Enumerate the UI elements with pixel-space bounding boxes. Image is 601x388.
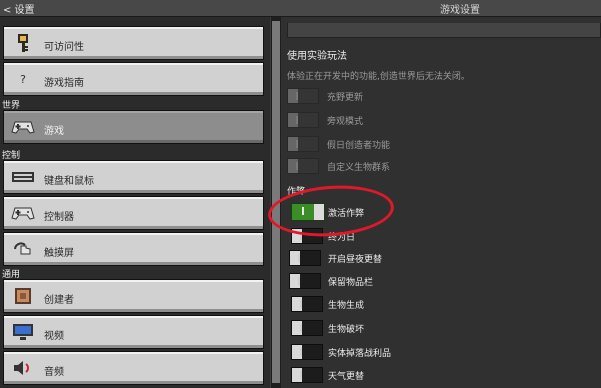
sidebar-item-label: 游戏指南 xyxy=(44,78,84,89)
experimental-section-title: 使用实验玩法 xyxy=(287,51,347,62)
sidebar-item-label: 键盘和鼠标 xyxy=(44,176,94,187)
toggle-switch[interactable] xyxy=(291,320,323,336)
controller-icon xyxy=(10,116,36,138)
toggle-label: 自定义生物群系 xyxy=(327,163,391,173)
panel-title: 游戏设置 xyxy=(440,5,480,16)
speaker-icon xyxy=(10,357,36,379)
toggle-switch[interactable] xyxy=(289,273,321,289)
sidebar-item-video[interactable]: 视频 xyxy=(3,315,264,349)
toggle-label: 实体掉落战利品 xyxy=(328,349,392,359)
toggle-switch[interactable] xyxy=(287,88,319,104)
sidebar-item-keyboard-mouse[interactable]: 键盘和鼠标 xyxy=(3,160,264,194)
keyboard-icon xyxy=(10,166,36,188)
toggle-label: 开启昼夜更替 xyxy=(328,255,383,265)
panel-header-bar xyxy=(287,23,601,38)
toggle-label: 生物生成 xyxy=(328,301,365,311)
sidebar-item-label: 音频 xyxy=(44,367,64,378)
toggle-label: 旁观模式 xyxy=(327,117,364,127)
toggle-switch[interactable] xyxy=(287,158,319,174)
touch-icon xyxy=(10,238,36,260)
toggle-switch[interactable] xyxy=(287,136,319,152)
sidebar-item-label: 视频 xyxy=(44,331,64,342)
sidebar-item-label: 触摸屏 xyxy=(44,248,74,259)
top-bar: < 设置 游戏设置 xyxy=(0,0,601,17)
sidebar-item-audio[interactable]: 音频 xyxy=(3,351,264,385)
toggle-label: 天气更替 xyxy=(328,372,365,382)
experimental-description: 体验正在开发中的功能,创造世界后无法关闭。 xyxy=(287,72,470,82)
sidebar-item-controller[interactable]: 控制器 xyxy=(3,196,264,230)
toggle-switch[interactable] xyxy=(291,344,323,360)
block-icon xyxy=(10,285,36,307)
sidebar-item-label: 控制器 xyxy=(44,212,74,223)
toggle-label: 生物破坏 xyxy=(328,325,365,335)
key-icon xyxy=(10,32,36,54)
toggle-switch[interactable] xyxy=(287,112,319,128)
sidebar: 可访问性 ? 游戏指南 世界 游戏 控制 键盘和鼠标 控制器 触摸屏 通用 创建… xyxy=(0,17,270,388)
toggle-label: 假日创造者功能 xyxy=(327,141,391,151)
toggle-switch[interactable] xyxy=(291,296,323,312)
sidebar-item-creator[interactable]: 创建者 xyxy=(3,279,264,313)
question-icon: ? xyxy=(20,72,26,86)
sidebar-item-touchscreen[interactable]: 触摸屏 xyxy=(3,232,264,266)
sidebar-item-game-guide[interactable]: ? 游戏指南 xyxy=(3,62,264,96)
back-button[interactable]: < 设置 xyxy=(3,1,35,16)
sidebar-item-label: 游戏 xyxy=(44,126,64,137)
sidebar-item-label: 创建者 xyxy=(44,295,74,306)
toggle-switch[interactable] xyxy=(289,250,321,266)
toggle-switch[interactable] xyxy=(291,367,323,383)
toggle-label: 保留物品栏 xyxy=(328,278,374,288)
sidebar-item-accessibility[interactable]: 可访问性 xyxy=(3,26,264,60)
sidebar-item-game[interactable]: 游戏 xyxy=(3,110,264,144)
sidebar-item-label: 可访问性 xyxy=(44,42,84,53)
toggle-label: 充野更新 xyxy=(327,93,364,103)
controller-icon xyxy=(10,202,36,224)
monitor-icon xyxy=(10,321,36,343)
